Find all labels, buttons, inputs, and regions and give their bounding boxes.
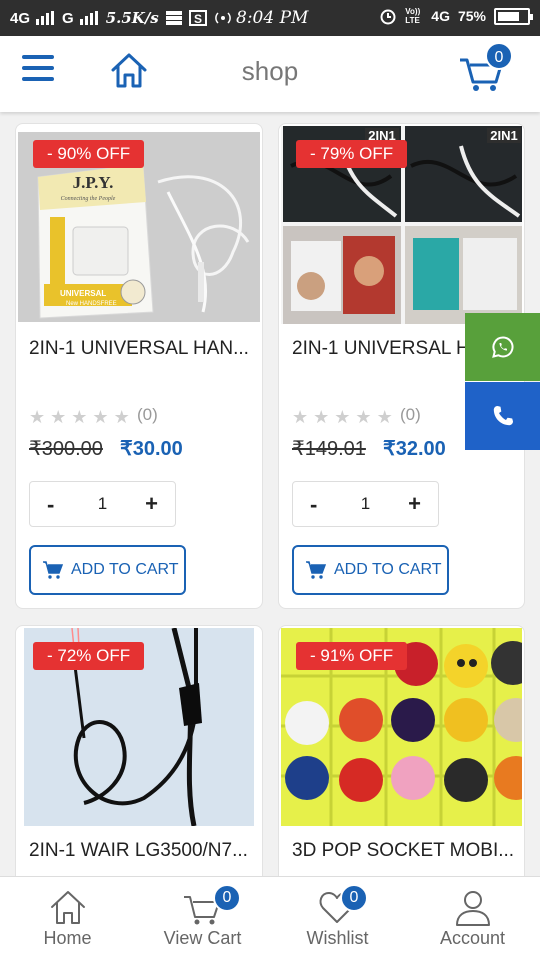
- signal-icon-2: [79, 11, 98, 25]
- star-icon: ★: [334, 407, 351, 427]
- pack-sub: New HANDSFREE: [66, 301, 117, 307]
- sim2-network: G: [62, 9, 74, 27]
- increase-button[interactable]: +: [408, 491, 421, 517]
- cart-icon: [306, 561, 326, 579]
- increase-button[interactable]: +: [145, 491, 158, 517]
- header-cart-button[interactable]: 0: [458, 42, 513, 94]
- product-card[interactable]: J.P.Y. Connecting the People UNIVERSAL N…: [15, 123, 263, 609]
- quantity-stepper: - 1 +: [29, 481, 176, 527]
- status-left: 4G G 5.5K/s S: [10, 9, 233, 27]
- cart-icon: [43, 561, 63, 579]
- alarm-icon: [380, 9, 396, 25]
- call-button[interactable]: [465, 382, 540, 450]
- clock: 8:04 PM: [236, 8, 309, 28]
- phone-icon: [493, 406, 513, 426]
- battery-icon: [494, 7, 533, 25]
- rating-stars: ★ ★ ★ ★ ★: [292, 407, 393, 428]
- product-name[interactable]: 2IN-1 UNIVERSAL HAN...: [29, 338, 249, 360]
- product-name[interactable]: 2IN-1 UNIVERSAL H: [292, 338, 470, 360]
- star-icon: ★: [355, 407, 372, 427]
- status-right: Vo)) LTE 4G 75%: [379, 7, 533, 25]
- add-to-cart-label: ADD TO CART: [71, 561, 179, 578]
- nav-home-label: Home: [43, 928, 92, 948]
- whatsapp-button[interactable]: [465, 313, 540, 381]
- pack-tagline: Connecting the People: [61, 196, 116, 202]
- star-icon: ★: [71, 407, 88, 427]
- collage-tag: 2IN1: [490, 128, 517, 143]
- nav-home[interactable]: Home: [0, 877, 135, 960]
- star-icon: ★: [292, 407, 309, 427]
- star-icon: ★: [313, 407, 330, 427]
- network-speed: 5.5K/s: [105, 9, 159, 27]
- cart-count-badge: 0: [213, 884, 241, 912]
- nav-account-label: Account: [439, 928, 506, 948]
- bottom-navigation: Home 0 View Cart 0 Wishlist Account: [0, 876, 540, 960]
- wishlist-count-badge: 0: [340, 884, 368, 912]
- user-icon: [456, 891, 490, 926]
- cart-badge: 0: [485, 42, 513, 70]
- rating-stars: ★ ★ ★ ★ ★: [29, 407, 130, 428]
- original-price: ₹300.00: [29, 438, 103, 460]
- signal-icon: [36, 11, 55, 25]
- star-icon: ★: [50, 407, 67, 427]
- storage-icon: [165, 11, 182, 25]
- pack-brand: J.P.Y.: [73, 173, 114, 192]
- volte-label: Vo)) LTE: [405, 7, 421, 25]
- product-card[interactable]: - 91% OFF 3D POP SOCKET MOBI...: [278, 625, 525, 895]
- product-name[interactable]: 3D POP SOCKET MOBI...: [292, 840, 514, 862]
- quantity-stepper: - 1 +: [292, 481, 439, 527]
- nav-wishlist[interactable]: 0 Wishlist: [270, 877, 405, 960]
- network-type-right: 4G: [431, 8, 450, 24]
- discount-badge: - 90% OFF: [33, 140, 145, 168]
- rating-count: (0): [137, 405, 158, 424]
- add-to-cart-button[interactable]: ADD TO CART: [292, 545, 449, 595]
- product-card[interactable]: - 72% OFF 2IN-1 WAIR LG3500/N7...: [15, 625, 263, 895]
- home-icon: [51, 891, 85, 924]
- battery-percent: 75%: [457, 8, 486, 24]
- whatsapp-icon: [491, 336, 514, 358]
- star-icon: ★: [92, 407, 109, 427]
- nav-view-cart[interactable]: 0 View Cart: [135, 877, 270, 960]
- hotspot-icon: [214, 12, 231, 24]
- nav-wishlist-label: Wishlist: [306, 928, 369, 948]
- discount-badge: - 79% OFF: [296, 140, 408, 168]
- network-type: 4G: [10, 9, 31, 27]
- nav-account[interactable]: Account: [405, 877, 540, 960]
- add-to-cart-button[interactable]: ADD TO CART: [29, 545, 186, 595]
- app-header: shop 0: [0, 36, 540, 112]
- star-icon: ★: [376, 407, 393, 427]
- rating-count: (0): [400, 405, 421, 424]
- svg-text:S: S: [194, 12, 202, 26]
- nav-view-cart-label: View Cart: [163, 928, 242, 948]
- sale-price: ₹30.00: [120, 438, 183, 460]
- product-name[interactable]: 2IN-1 WAIR LG3500/N7...: [29, 840, 248, 862]
- add-to-cart-label: ADD TO CART: [334, 561, 442, 578]
- status-bar: 4G G 5.5K/s S 8:04 PM Vo)) LTE 4G 75%: [0, 0, 540, 36]
- star-icon: ★: [29, 407, 46, 427]
- original-price: ₹149.01: [292, 438, 366, 460]
- app-s-icon: S: [188, 10, 207, 26]
- star-icon: ★: [113, 407, 130, 427]
- pack-label: UNIVERSAL: [60, 289, 106, 298]
- discount-badge: - 91% OFF: [296, 642, 408, 670]
- sale-price: ₹32.00: [383, 438, 446, 460]
- discount-badge: - 72% OFF: [33, 642, 145, 670]
